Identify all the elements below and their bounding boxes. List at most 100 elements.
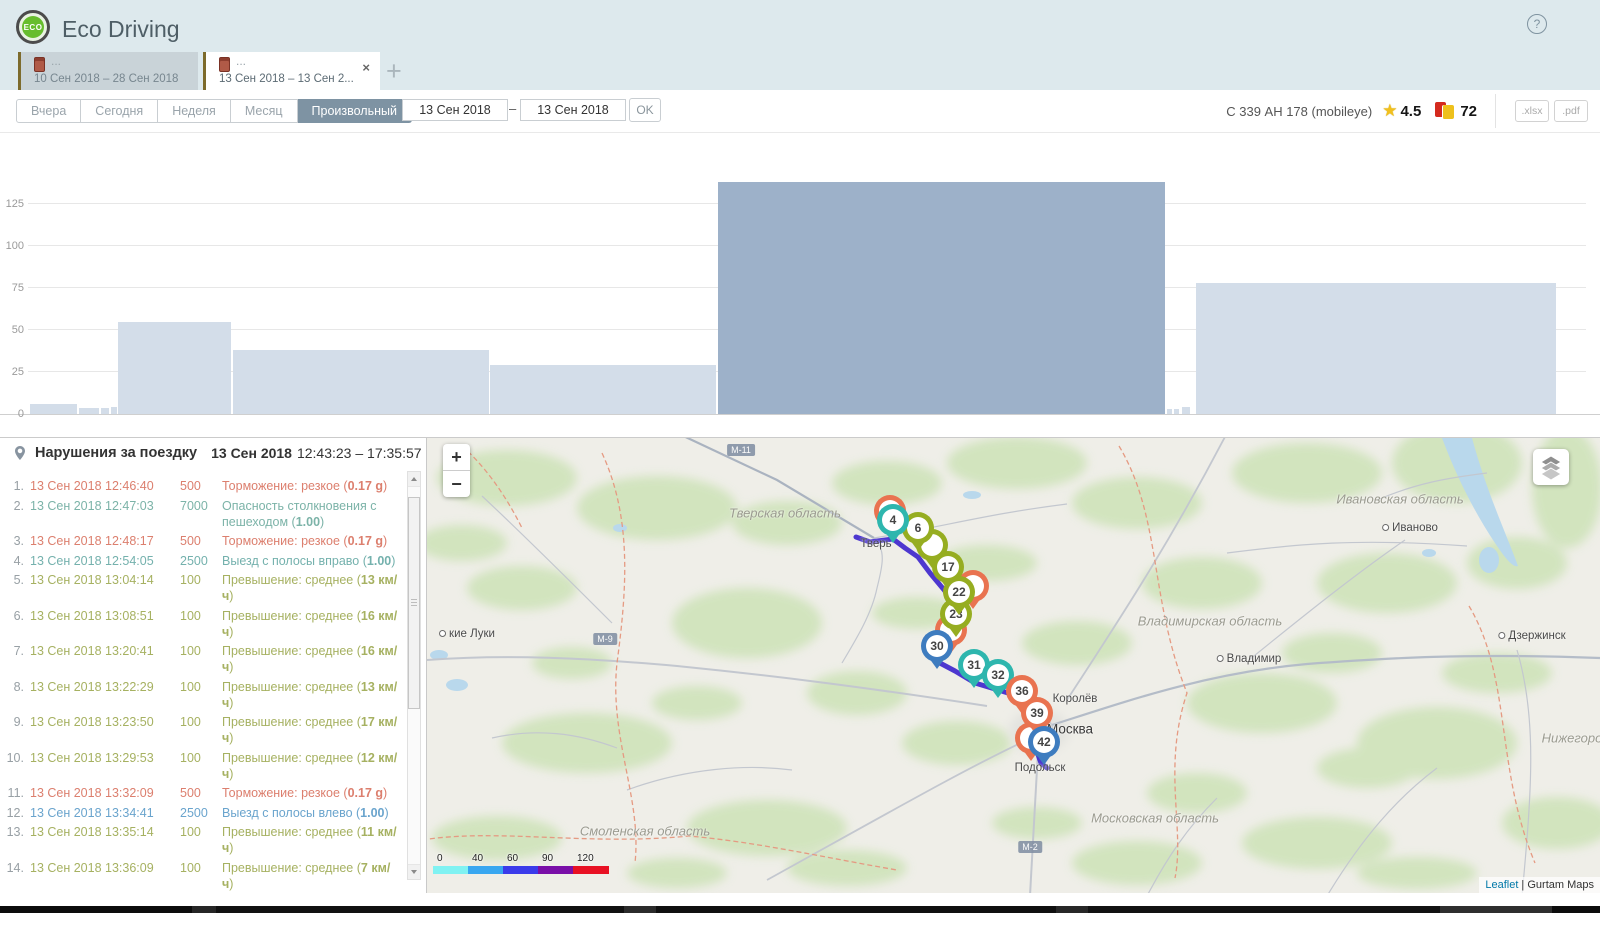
chart-bar[interactable] — [79, 408, 99, 414]
date-to-input[interactable]: 13 Сен 2018 — [520, 99, 626, 121]
violation-row[interactable]: 13.13 Сен 2018 13:35:14100Превышение: ср… — [0, 824, 400, 856]
toolbar-separator — [1495, 94, 1496, 128]
map-city-label: Иваново — [1382, 522, 1438, 534]
violation-datetime: 13 Сен 2018 13:20:41 — [30, 643, 180, 659]
chart-bar[interactable] — [1196, 283, 1556, 414]
violation-number: 6. — [0, 608, 24, 624]
violation-description: Выезд с полосы влево (1.00) — [222, 805, 400, 821]
colorbar-tick-label: 60 — [507, 853, 518, 864]
add-tab-button[interactable]: + — [386, 58, 402, 84]
violation-description: Торможение: резкое (0.17 g) — [222, 785, 400, 801]
scroll-up-button[interactable] — [408, 472, 420, 487]
marker-tail — [990, 687, 1006, 698]
speed-colorbar: 0406090120 — [433, 855, 610, 875]
violation-row[interactable]: 1.13 Сен 2018 12:46:40500Торможение: рез… — [0, 478, 400, 494]
chart-bar[interactable] — [118, 322, 231, 414]
map-city-label: кие Луки — [439, 628, 495, 640]
chart-ytick-label: 125 — [0, 198, 24, 210]
date-from-input[interactable]: 13 Сен 2018 — [402, 99, 508, 121]
map-marker-30[interactable]: 30 — [921, 630, 953, 662]
leaflet-link[interactable]: Leaflet — [1485, 879, 1518, 891]
chart-bar[interactable] — [111, 407, 117, 414]
chart-ytick-label: 50 — [0, 324, 24, 336]
violation-datetime: 13 Сен 2018 13:08:51 — [30, 608, 180, 624]
violation-number: 2. — [0, 498, 24, 514]
penalty-value: 72 — [1460, 103, 1477, 120]
chart-bar[interactable] — [718, 182, 1165, 414]
eco-driving-logo-icon: ECO — [16, 10, 50, 44]
map[interactable]: Тверская областьИвановская областьВладим… — [427, 438, 1600, 893]
map-marker-42[interactable]: 42 — [1028, 726, 1060, 758]
scrollbar[interactable] — [407, 471, 421, 880]
violation-row[interactable]: 6.13 Сен 2018 13:08:51100Превышение: сре… — [0, 608, 400, 640]
chart-bar[interactable] — [1174, 409, 1179, 414]
scroll-down-button[interactable] — [408, 864, 420, 879]
tab-report-1[interactable]: ... 10 Сен 2018 – 28 Сен 2018 — [18, 52, 198, 90]
ok-button[interactable]: OK — [629, 98, 661, 122]
layers-button[interactable] — [1533, 449, 1569, 485]
violation-row[interactable]: 2.13 Сен 2018 12:47:037000Опасность стол… — [0, 498, 400, 530]
violation-row[interactable]: 14.13 Сен 2018 13:36:09100Превышение: ср… — [0, 860, 400, 892]
export-pdf-button[interactable]: .pdf — [1554, 100, 1588, 122]
export-xlsx-button[interactable]: .xlsx — [1515, 100, 1549, 122]
help-icon[interactable]: ? — [1527, 14, 1547, 34]
chart-bar[interactable] — [1182, 407, 1190, 414]
violation-datetime: 13 Сен 2018 13:29:53 — [30, 750, 180, 766]
range-week-button[interactable]: Неделя — [158, 99, 231, 123]
violation-row[interactable]: 9.13 Сен 2018 13:23:50100Превышение: сре… — [0, 714, 400, 746]
range-today-button[interactable]: Сегодня — [81, 99, 158, 123]
map-region-label: Смоленская область — [580, 824, 710, 839]
chart-bar[interactable] — [1167, 409, 1172, 414]
map-attribution: Leaflet | Gurtam Maps — [1479, 877, 1600, 893]
violations-title: Нарушения за поездку — [35, 445, 197, 461]
violation-row[interactable]: 5.13 Сен 2018 13:04:14100Превышение: сре… — [0, 572, 400, 604]
violation-penalty: 500 — [180, 533, 222, 549]
violation-number: 9. — [0, 714, 24, 730]
violation-penalty: 100 — [180, 824, 222, 840]
scrollbar-thumb[interactable] — [408, 497, 420, 709]
app-header: ECO Eco Driving ? ... 10 Сен 2018 – 28 С… — [0, 0, 1600, 90]
close-icon[interactable]: × — [362, 60, 370, 75]
range-yesterday-button[interactable]: Вчера — [16, 99, 81, 123]
road-badge: М-2 — [1018, 841, 1042, 853]
zoom-out-button[interactable]: − — [443, 471, 470, 497]
violation-description: Превышение: среднее (12 км/ч) — [222, 750, 400, 782]
violation-penalty: 500 — [180, 478, 222, 494]
violation-description: Торможение: резкое (0.17 g) — [222, 478, 400, 494]
violation-row[interactable]: 7.13 Сен 2018 13:20:41100Превышение: сре… — [0, 643, 400, 675]
rating-value: 4.5 — [1400, 103, 1421, 120]
violation-row[interactable]: 8.13 Сен 2018 13:22:29100Превышение: сре… — [0, 679, 400, 711]
arrow-up-icon — [411, 477, 417, 481]
violation-number: 8. — [0, 679, 24, 695]
chart-bar[interactable] — [233, 350, 489, 414]
violation-number: 13. — [0, 824, 24, 840]
violation-row[interactable]: 12.13 Сен 2018 13:34:412500Выезд с полос… — [0, 805, 400, 821]
map-marker-39[interactable]: 39 — [1021, 697, 1053, 729]
unit-name-label: С 339 АН 178 (mobileye) — [1226, 104, 1372, 119]
violation-row[interactable]: 3.13 Сен 2018 12:48:17500Торможение: рез… — [0, 533, 400, 549]
marker-number: 42 — [1033, 731, 1055, 753]
chart-bar[interactable] — [490, 365, 716, 414]
marker-number: 6 — [907, 517, 929, 539]
range-month-button[interactable]: Месяц — [231, 99, 298, 123]
chart-bar[interactable] — [30, 404, 77, 414]
map-marker-4[interactable]: 4 — [877, 504, 909, 536]
violation-number: 10. — [0, 750, 24, 766]
violation-description: Превышение: среднее (7 км/ч) — [222, 860, 400, 892]
range-custom-button[interactable]: Произвольный — [298, 99, 412, 123]
tab-report-2[interactable]: ... 13 Сен 2018 – 13 Сен 2... × — [203, 52, 380, 90]
violation-row[interactable]: 10.13 Сен 2018 13:29:53100Превышение: ср… — [0, 750, 400, 782]
marker-tail — [948, 626, 964, 637]
location-pin-icon — [14, 445, 26, 461]
map-marker-22[interactable]: 22 — [943, 576, 975, 608]
zoom-in-button[interactable]: + — [443, 444, 470, 471]
tab-unit-name: ... — [236, 54, 246, 68]
violation-penalty: 100 — [180, 714, 222, 730]
tab-date-range: 13 Сен 2018 – 13 Сен 2... — [219, 73, 354, 85]
violation-row[interactable]: 11.13 Сен 2018 13:32:09500Торможение: ре… — [0, 785, 400, 801]
chart-bar[interactable] — [101, 408, 109, 414]
chart-ytick-label: 100 — [0, 240, 24, 252]
violation-row[interactable]: 4.13 Сен 2018 12:54:052500Выезд с полосы… — [0, 553, 400, 569]
map-region-label: Московская область — [1091, 811, 1219, 826]
violation-penalty: 100 — [180, 679, 222, 695]
